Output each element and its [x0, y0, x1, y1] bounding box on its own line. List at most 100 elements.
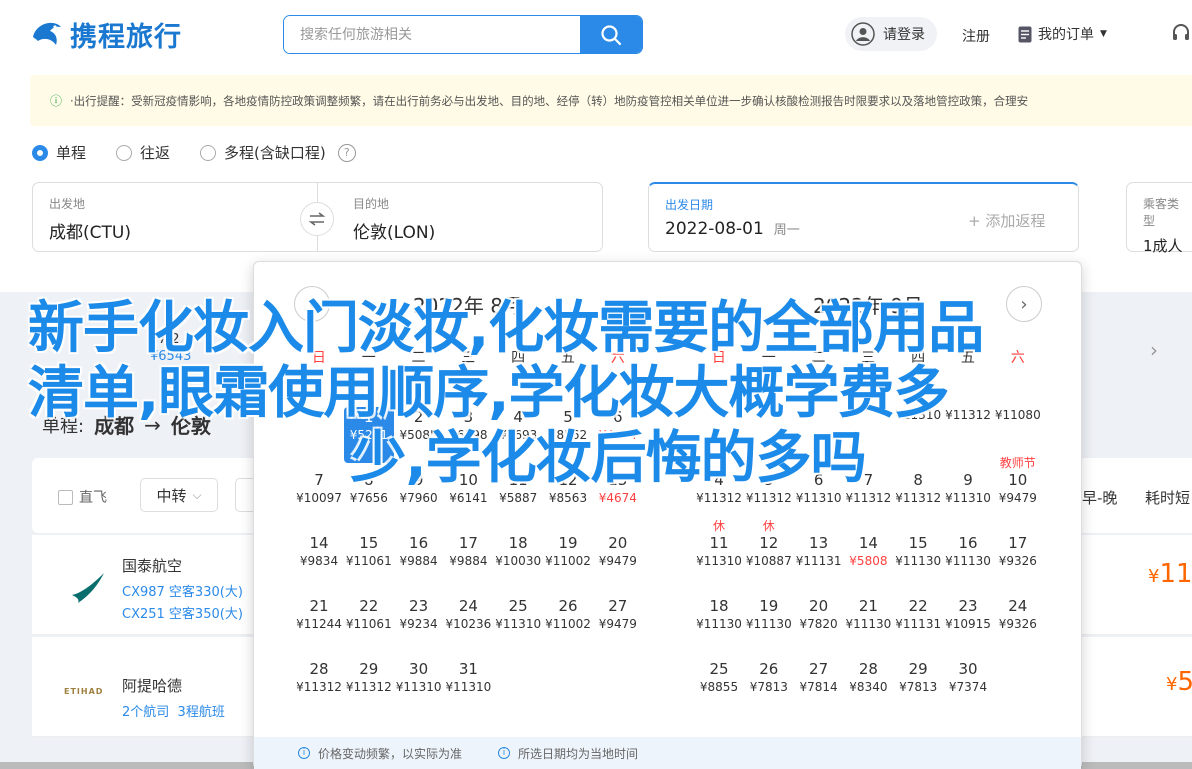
day-price: ¥4674 — [598, 491, 637, 505]
calendar-day[interactable]: 15 ¥11130 — [893, 533, 943, 589]
calendar-day[interactable]: 20 ¥9479 — [593, 533, 643, 589]
calendar-day[interactable]: 31 ¥11310 — [443, 659, 493, 715]
calendar-day[interactable]: 休 11 ¥11310 — [694, 519, 744, 589]
calendar-day[interactable]: 29 ¥11312 — [344, 659, 394, 715]
calendar-day[interactable]: 23 ¥10915 — [943, 596, 993, 652]
calendar-day[interactable]: 17 ¥9884 — [443, 533, 493, 589]
trip-type-oneway[interactable]: 单程 — [32, 142, 86, 163]
checkbox-icon — [58, 489, 73, 505]
calendar-day[interactable]: 25 ¥8855 — [694, 659, 744, 715]
flight-number[interactable]: CX987 空客330(大) — [122, 581, 243, 600]
arrival-value: 伦敦(LON) — [353, 223, 436, 243]
calendar-day[interactable]: 14 ¥9834 — [294, 533, 344, 589]
calendar-day[interactable]: 23 ¥9234 — [394, 596, 444, 652]
airline-count[interactable]: 2个航司 3程航班 — [122, 701, 225, 720]
day-number: 16 — [958, 534, 978, 552]
calendar-day[interactable]: 24 ¥9326 — [993, 596, 1043, 652]
calendar-day[interactable]: 27 ¥9479 — [593, 596, 643, 652]
register-link[interactable]: 注册 — [962, 26, 990, 46]
day-number: 18 — [508, 534, 528, 552]
calendar-day[interactable]: 16 ¥11130 — [943, 533, 993, 589]
calendar-day[interactable]: 19 ¥11002 — [543, 533, 593, 589]
calendar-day[interactable]: 13 ¥11131 — [794, 533, 844, 589]
day-price: ¥9479 — [598, 617, 637, 631]
login-label: 请登录 — [883, 27, 925, 43]
calendar-day[interactable]: 28 ¥8340 — [843, 659, 893, 715]
calendar-day[interactable]: 14 ¥5808 — [843, 533, 893, 589]
arrival-city-field[interactable]: 目的地 伦敦(LON) — [317, 182, 603, 252]
calendar-day[interactable]: 17 ¥9326 — [993, 533, 1043, 589]
departure-value: 成都(CTU) — [49, 223, 131, 243]
day-number: 14 — [309, 534, 329, 552]
flight-number[interactable]: CX251 空客350(大) — [122, 603, 243, 622]
calendar-day[interactable]: 20 ¥7820 — [794, 596, 844, 652]
headset-icon[interactable] — [1170, 22, 1192, 48]
timezone-note-text: 所选日期均为当地时间 — [518, 746, 639, 761]
calendar-day[interactable]: 27 ¥7814 — [794, 659, 844, 715]
travel-notice: ⓘ ·出行提醒：受新冠疫情影响，各地疫情防控政策调整频繁，请在出行前务必与出发地… — [30, 75, 1192, 126]
day-number: 11 — [709, 534, 729, 552]
calendar-day[interactable]: 21 ¥11130 — [843, 596, 893, 652]
trip-type-roundtrip[interactable]: 往返 — [116, 142, 170, 163]
trip-type-multi[interactable]: 多程(含缺口程) — [200, 142, 326, 163]
caret-down-icon: ▼ — [1100, 29, 1107, 39]
day-number: 20 — [608, 534, 628, 552]
passenger-value: 1成人 — [1143, 237, 1183, 255]
order-doc-icon — [1018, 26, 1032, 42]
calendar-day[interactable]: 30 ¥11310 — [394, 659, 444, 715]
airlines-count-text: 2个航司 — [122, 705, 170, 720]
calendar-day[interactable]: 22 ¥11131 — [893, 596, 943, 652]
dolphin-logo-icon — [33, 22, 61, 45]
login-button[interactable]: 请登录 — [845, 17, 937, 51]
departure-city-field[interactable]: 出发地 成都(CTU) — [32, 182, 317, 252]
airline-name: 国泰航空 — [122, 557, 183, 575]
calendar-day[interactable]: 26 ¥7813 — [744, 659, 794, 715]
ctrip-logo[interactable]: 携程旅行 — [30, 14, 182, 54]
calendar-day[interactable]: 25 ¥11310 — [493, 596, 543, 652]
calendar-day[interactable]: 24 ¥10236 — [443, 596, 493, 652]
calendar-day[interactable]: 18 ¥10030 — [493, 533, 543, 589]
my-orders-menu[interactable]: 我的订单 ▼ — [1018, 24, 1107, 44]
search-input[interactable] — [284, 16, 580, 53]
info-icon: i — [498, 747, 511, 759]
add-return-button[interactable]: + 添加返程 — [968, 210, 1045, 231]
calendar-day[interactable]: 15 ¥11061 — [344, 533, 394, 589]
calendar-day[interactable]: 22 ¥11061 — [344, 596, 394, 652]
day-number: 29 — [908, 660, 928, 678]
trip-type-label: 多程(含缺口程) — [224, 144, 326, 162]
day-price: ¥9479 — [998, 491, 1037, 505]
calendar-day[interactable]: 29 ¥7813 — [893, 659, 943, 715]
calendar-day[interactable]: 30 ¥7374 — [943, 659, 993, 715]
day-number: 23 — [409, 597, 429, 615]
day-price: ¥11310 — [445, 680, 492, 694]
day-number: 18 — [709, 597, 729, 615]
calendar-day[interactable]: 休 12 ¥10887 — [744, 519, 794, 589]
date-weekday: 周一 — [773, 223, 800, 238]
calendar-day[interactable]: 16 ¥9884 — [394, 533, 444, 589]
calendar-day[interactable]: 21 ¥11244 — [294, 596, 344, 652]
day-number: 14 — [858, 534, 878, 552]
info-icon: i — [298, 747, 310, 759]
day-number: 19 — [759, 597, 779, 615]
swap-cities-button[interactable] — [300, 202, 334, 236]
question-icon[interactable]: ? — [337, 143, 356, 162]
day-number: 16 — [409, 534, 429, 552]
date-value: 2022-08-01 — [665, 219, 764, 239]
day-number: 25 — [709, 660, 729, 678]
timezone-note: i 所选日期均为当地时间 — [498, 745, 638, 762]
calendar-day[interactable]: 19 ¥11130 — [744, 596, 794, 652]
search-button[interactable] — [580, 16, 642, 53]
day-number: 24 — [1008, 597, 1028, 615]
day-number: 23 — [958, 597, 978, 615]
day-price: ¥9479 — [598, 554, 637, 568]
day-number: 28 — [858, 660, 878, 678]
calendar-day[interactable]: 28 ¥11312 — [294, 659, 344, 715]
airline-name: 阿提哈德 — [122, 677, 183, 695]
calendar-day[interactable]: 26 ¥11002 — [543, 596, 593, 652]
passenger-type-field[interactable]: 乘客类型 1成人 — [1126, 182, 1192, 255]
trip-type-label: 单程 — [56, 144, 87, 162]
radio-unchecked-icon — [200, 144, 217, 161]
holiday-label: 休 — [762, 519, 775, 533]
calendar-day[interactable]: 18 ¥11130 — [694, 596, 744, 652]
day-number: 28 — [309, 660, 329, 678]
